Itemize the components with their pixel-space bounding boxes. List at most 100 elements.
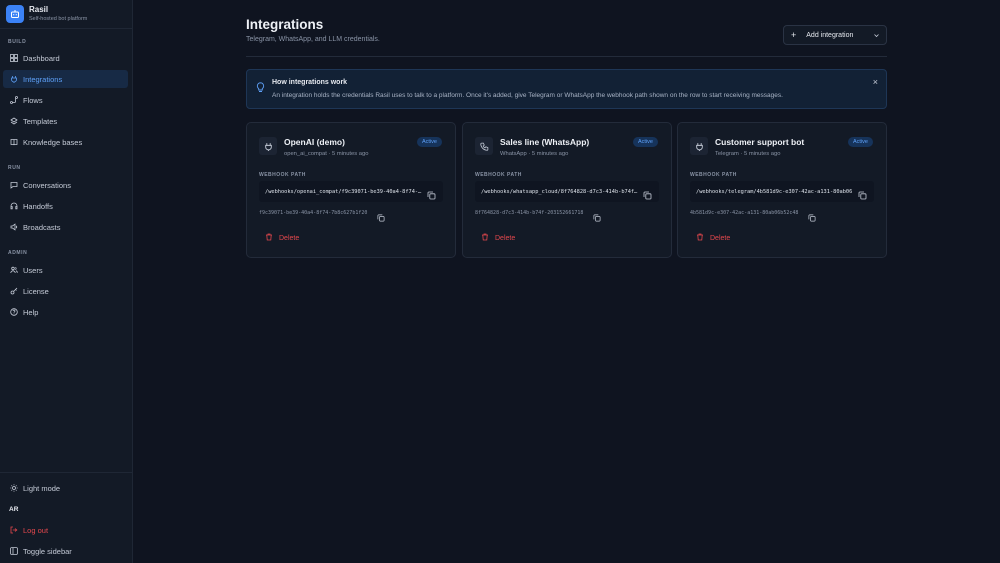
integration-card: OpenAI (demo) open_ai_compat · 5 minutes… [246, 122, 456, 258]
sidebar-item-conversations[interactable]: Conversations [3, 176, 128, 194]
integration-type: open_ai_compat [284, 151, 327, 157]
book-icon [9, 138, 18, 147]
toggle-sidebar-button[interactable]: Toggle sidebar [3, 543, 128, 559]
integration-meta: Telegram · 5 minutes ago [715, 151, 781, 157]
sidebar-item-dashboard[interactable]: Dashboard [3, 49, 128, 67]
status-badge: Active [848, 137, 873, 147]
sidebar-item-label: Integrations [23, 74, 63, 84]
sidebar-item-users[interactable]: Users [3, 261, 128, 279]
integration-meta: open_ai_compat · 5 minutes ago [284, 151, 369, 157]
sidebar-item-label: Dashboard [23, 53, 60, 63]
bot-logo-icon [6, 5, 24, 23]
logout-button[interactable]: Log out [3, 522, 128, 538]
lightbulb-icon [256, 80, 265, 98]
phone-icon [475, 137, 493, 155]
integration-name: Sales line (WhatsApp) [500, 137, 590, 147]
brand-name: Rasil [29, 5, 49, 14]
integration-id: 8f764828-d7c3-414b-b74f-203152661718 [475, 210, 584, 216]
headset-icon [9, 202, 18, 211]
webhook-label: WEBHOOK PATH [475, 172, 522, 178]
callout-body: An integration holds the credentials Ras… [272, 92, 783, 99]
status-badge: Active [633, 137, 658, 147]
chat-icon [9, 181, 18, 190]
integration-id: f9c39071-be39-40a4-8f74-7b8c627b1f20 [259, 210, 368, 216]
delete-button[interactable]: Delete [696, 233, 730, 243]
delete-label: Delete [710, 234, 731, 242]
integration-name: OpenAI (demo) [284, 137, 345, 147]
webhook-path: /webhooks/whatsapp_cloud/8f764828-d7c3-4… [481, 188, 639, 195]
integration-type: Telegram [715, 151, 739, 157]
status-badge: Active [417, 137, 442, 147]
copy-icon[interactable] [427, 187, 436, 205]
broadcast-icon [9, 223, 18, 232]
delete-button[interactable]: Delete [481, 233, 515, 243]
info-callout: How integrations work An integration hol… [246, 69, 887, 109]
sidebar-item-flows[interactable]: Flows [3, 91, 128, 109]
trash-icon [481, 233, 489, 243]
webhook-path-box: /webhooks/telegram/4b581d9c-e307-42ac-a1… [690, 181, 874, 202]
grid-icon [9, 54, 18, 63]
header-divider [246, 56, 887, 57]
integration-name: Customer support bot [715, 137, 805, 147]
section-label-admin: ADMIN [8, 250, 28, 256]
sidebar-item-knowledge-bases[interactable]: Knowledge bases [3, 133, 128, 151]
close-icon[interactable]: × [873, 77, 878, 87]
page-subtitle: Telegram, WhatsApp, and LLM credentials. [246, 36, 380, 43]
users-icon [9, 266, 18, 275]
logout-icon [9, 526, 18, 535]
toggle-sidebar-label: Toggle sidebar [23, 546, 72, 556]
user-avatar[interactable]: AR [3, 501, 128, 517]
light-mode-toggle[interactable]: Light mode [3, 480, 128, 496]
section-label-run: RUN [8, 165, 21, 171]
sidebar-item-license[interactable]: License [3, 282, 128, 300]
integration-meta: WhatsApp · 5 minutes ago [500, 151, 569, 157]
sidebar-item-label: Help [23, 307, 39, 317]
integration-card: Sales line (WhatsApp) WhatsApp · 5 minut… [462, 122, 672, 258]
sidebar-item-label: Conversations [23, 180, 71, 190]
plug-icon [9, 75, 18, 84]
integration-type: WhatsApp [500, 151, 527, 157]
delete-label: Delete [279, 234, 300, 242]
key-icon [9, 287, 18, 296]
sidebar-item-handoffs[interactable]: Handoffs [3, 197, 128, 215]
integration-card: Customer support bot Telegram · 5 minute… [677, 122, 887, 258]
copy-icon[interactable] [858, 187, 867, 205]
brand-subtitle: Self-hosted bot platform [29, 16, 88, 22]
sidebar-item-broadcasts[interactable]: Broadcasts [3, 218, 128, 236]
light-mode-label: Light mode [23, 483, 61, 493]
section-label-build: BUILD [8, 39, 27, 45]
brand[interactable]: Rasil Self-hosted bot platform [0, 0, 132, 29]
integration-time: 5 minutes ago [744, 151, 781, 157]
copy-icon[interactable] [377, 209, 385, 227]
callout-title: How integrations work [272, 79, 348, 86]
webhook-path: /webhooks/openai_compat/f9c39071-be39-40… [265, 188, 423, 195]
sidebar-item-help[interactable]: Help [3, 303, 128, 321]
integration-time: 5 minutes ago [531, 151, 569, 157]
sidebar-item-label: Templates [23, 116, 58, 126]
logout-label: Log out [23, 525, 49, 535]
sidebar-item-label: Handoffs [23, 201, 53, 211]
sun-icon [9, 484, 18, 493]
sidebar-item-label: Broadcasts [23, 222, 61, 232]
sidebar-item-label: Knowledge bases [23, 137, 83, 147]
integration-time: 5 minutes ago [332, 151, 369, 157]
sidebar-footer: Light mode AR Log out Toggle sidebar [0, 472, 133, 563]
integration-id: 4b581d9c-e307-42ac-a131-80ab06b52c48 [690, 210, 799, 216]
main-content: Integrations Telegram, WhatsApp, and LLM… [133, 0, 1000, 563]
add-integration-button[interactable]: + Add integration [783, 25, 887, 45]
chevron-down-icon [873, 32, 880, 41]
copy-icon[interactable] [593, 209, 601, 227]
plug-icon [690, 137, 708, 155]
plus-icon: + [791, 30, 797, 40]
copy-icon[interactable] [808, 209, 816, 227]
copy-icon[interactable] [643, 187, 652, 205]
page-title: Integrations [246, 17, 324, 32]
add-integration-label: Add integration [806, 31, 854, 39]
delete-button[interactable]: Delete [265, 233, 299, 243]
sidebar-item-label: Users [23, 265, 43, 275]
sidebar-item-integrations[interactable]: Integrations [3, 70, 128, 88]
webhook-path-box: /webhooks/whatsapp_cloud/8f764828-d7c3-4… [475, 181, 659, 202]
sidebar-item-templates[interactable]: Templates [3, 112, 128, 130]
templates-icon [9, 117, 18, 126]
webhook-label: WEBHOOK PATH [690, 172, 737, 178]
